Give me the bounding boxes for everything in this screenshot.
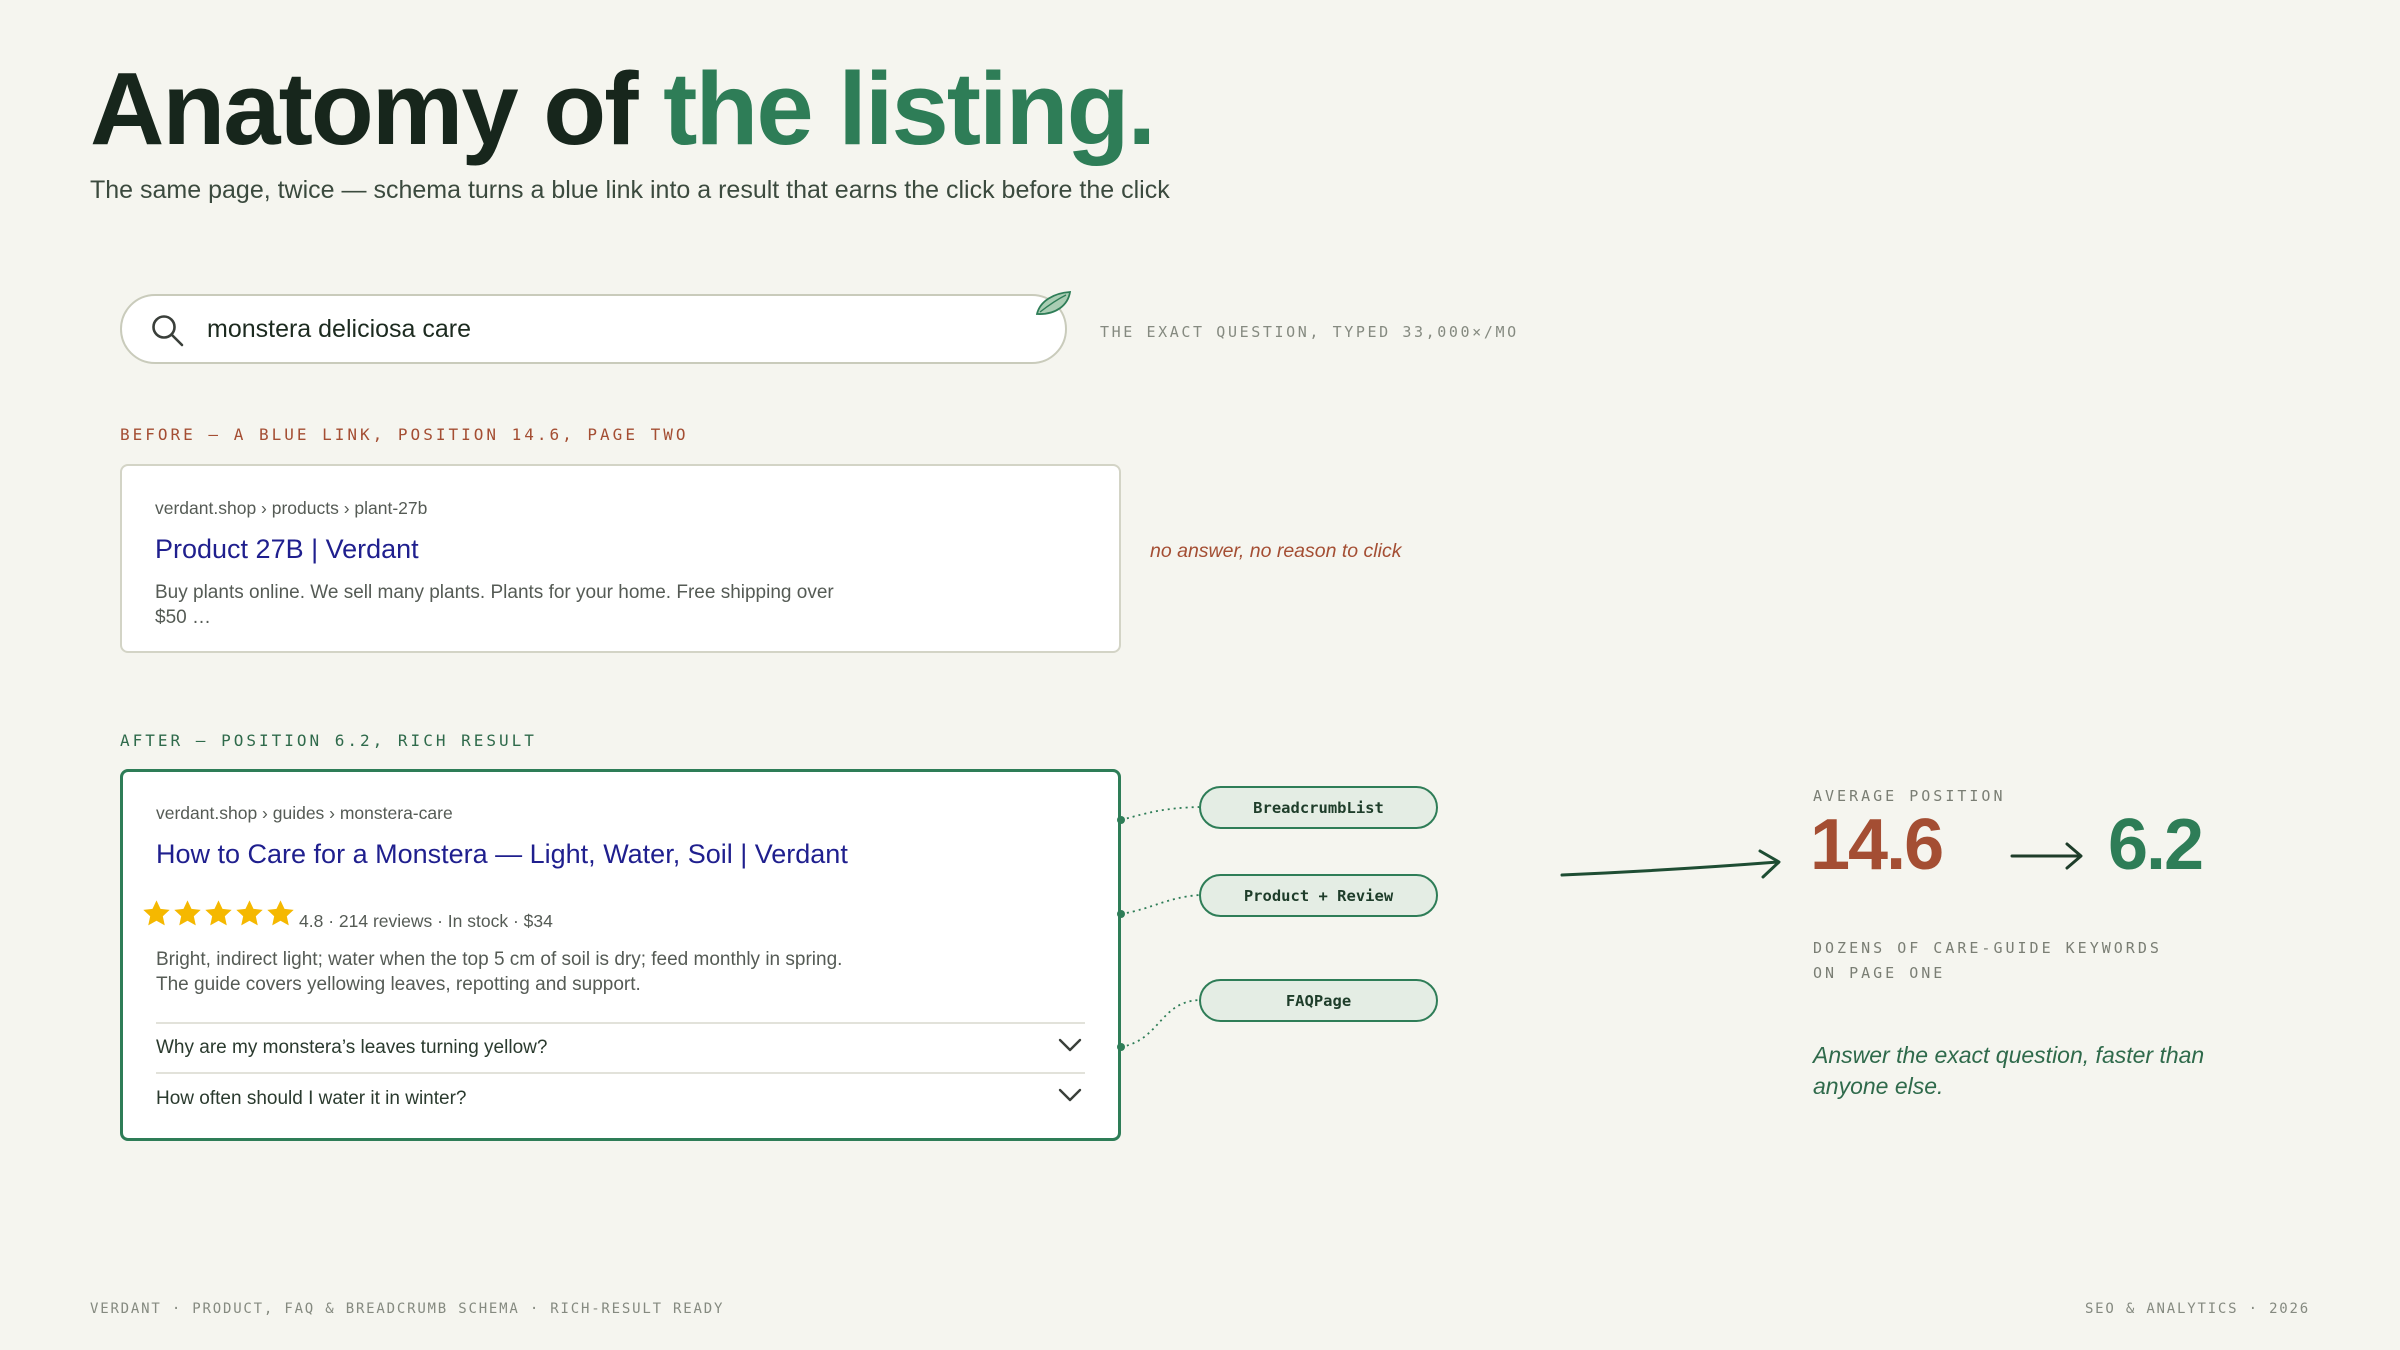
kpi-label: AVERAGE POSITION	[1813, 787, 2006, 805]
kpi-tagline: Answer the exact question, faster than a…	[1813, 1042, 2205, 1099]
kpi-after-value: 6.2	[2108, 805, 2204, 885]
arrow-right-icon	[2010, 842, 2083, 870]
schema-tag-product-review: Product + Review	[1199, 874, 1438, 917]
arrow-right-icon	[1560, 849, 1781, 879]
kpi-before-value: 14.6	[1810, 805, 1944, 885]
schema-tag-breadcrumblist: BreadcrumbList	[1199, 786, 1438, 829]
footer-left: VERDANT · PRODUCT, FAQ & BREADCRUMB SCHE…	[90, 1301, 725, 1317]
footer-right: SEO & ANALYTICS · 2026	[2084, 1301, 2310, 1317]
schema-connectors	[1117, 806, 1200, 1051]
schema-tag-faqpage: FAQPage	[1199, 979, 1438, 1022]
kpi-note: DOZENS OF CARE-GUIDE KEYWORDS ON PAGE ON…	[1813, 939, 2162, 982]
